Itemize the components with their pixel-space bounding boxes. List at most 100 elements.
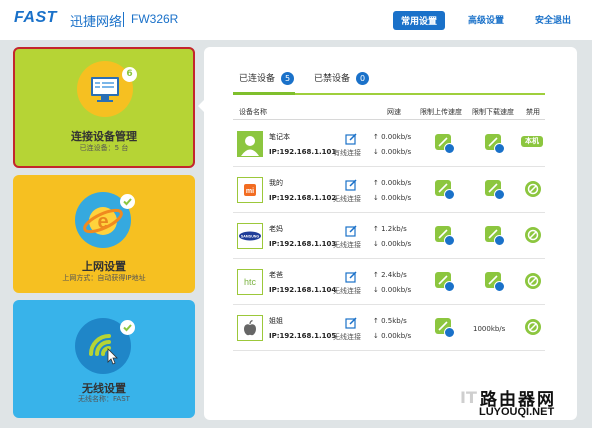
device-name: 老妈 (269, 225, 283, 233)
table-row: mi 我的 IP:192.168.1.102 无线连接 ↑ 0.00kb/s ↓… (233, 167, 545, 213)
ban-icon[interactable] (525, 181, 541, 197)
device-ip: IP:192.168.1.102 (269, 194, 337, 202)
tab-label: 已禁设备 (314, 74, 351, 84)
column-header-ban: 禁用 (526, 108, 540, 116)
upload-speed: ↑ 0.00kb/s (373, 179, 412, 187)
upload-speed: ↑ 2.4kb/s (373, 271, 407, 279)
connection-type: 无线连接 (333, 287, 361, 295)
upload-limit-button[interactable] (435, 134, 455, 154)
nav-advanced-settings[interactable]: 高级设置 (468, 13, 504, 26)
top-bar: FAST 迅捷网络 FW326R 常用设置 高级设置 安全退出 (0, 0, 592, 40)
column-header-upload-limit: 限制上传速度 (420, 108, 462, 116)
limit-badge-icon (444, 189, 455, 200)
upload-limit-button[interactable] (435, 226, 455, 246)
edit-icon[interactable] (345, 222, 357, 241)
watermark-it: IT (460, 388, 477, 407)
limit-badge-icon (494, 235, 505, 246)
edit-icon[interactable] (345, 176, 357, 195)
ban-icon[interactable] (525, 227, 541, 243)
column-header-download-limit: 限制下载速度 (472, 108, 514, 116)
upload-limit-button[interactable] (435, 272, 455, 292)
connection-type: 无线连接 (333, 241, 361, 249)
samsung-logo-icon: SAMSUNG (237, 223, 263, 249)
check-icon (120, 320, 135, 335)
card-subtitle: 已连设备：5 台 (79, 144, 129, 152)
device-name: 我的 (269, 179, 283, 187)
divider (123, 12, 124, 27)
limit-badge-icon (494, 143, 505, 154)
card-device-management[interactable]: 6 连接设备管理 已连设备：5 台 (13, 47, 195, 168)
tab-count-badge: 5 (281, 72, 295, 85)
watermark-url: LUYOUQI.NET (479, 406, 555, 418)
download-limit-button[interactable] (485, 180, 505, 200)
table-row: htc 老爸 IP:192.168.1.104 无线连接 ↑ 2.4kb/s ↓… (233, 259, 545, 305)
device-ip: IP:192.168.1.105 (269, 332, 337, 340)
connection-type: 无线连接 (333, 333, 361, 341)
svg-text:htc: htc (244, 277, 257, 287)
active-tab-indicator (233, 92, 295, 95)
device-ip: IP:192.168.1.103 (269, 240, 337, 248)
column-header-device: 设备名称 (239, 108, 267, 116)
apple-logo-icon (237, 315, 263, 341)
brand-logo: FAST (14, 9, 57, 26)
download-limit-button[interactable] (485, 272, 505, 292)
nav-common-settings[interactable]: 常用设置 (393, 11, 446, 30)
tab-count-badge: 0 (356, 72, 370, 85)
upload-speed: ↑ 0.5kb/s (373, 317, 407, 325)
download-speed: ↓ 0.00kb/s (373, 286, 412, 294)
mi-logo-icon: mi (237, 177, 263, 203)
check-icon (120, 194, 135, 209)
download-speed: ↓ 0.00kb/s (373, 194, 412, 202)
upload-limit-button[interactable] (435, 318, 455, 338)
download-limit-value[interactable]: 1000kb/s (473, 325, 505, 333)
device-ip: IP:192.168.1.101 (269, 148, 337, 156)
limit-badge-icon (444, 327, 455, 338)
limit-badge-icon (444, 143, 455, 154)
connection-type: 有线连接 (333, 149, 361, 157)
download-speed: ↓ 0.00kb/s (373, 240, 412, 248)
tab-blocked[interactable]: 已禁设备 0 (314, 71, 370, 85)
tab-connected[interactable]: 已连设备 5 (239, 71, 295, 85)
device-count-badge: 6 (122, 67, 137, 82)
card-title: 连接设备管理 (71, 130, 137, 143)
htc-logo-icon: htc (237, 269, 263, 295)
card-subtitle: 无线名称：FAST (78, 395, 130, 403)
download-limit-button[interactable] (485, 226, 505, 246)
download-limit-button[interactable] (485, 134, 505, 154)
user-icon (237, 131, 263, 157)
brand-name: 迅捷网络 (70, 15, 123, 30)
card-subtitle: 上网方式：自动获得IP地址 (62, 274, 146, 282)
table-row: 笔记本 IP:192.168.1.101 有线连接 ↑ 0.00kb/s ↓ 0… (233, 121, 545, 167)
row-divider (233, 350, 545, 351)
connection-type: 无线连接 (333, 195, 361, 203)
table-row: 姐姐 IP:192.168.1.105 无线连接 ↑ 0.5kb/s ↓ 0.0… (233, 305, 545, 351)
edit-icon[interactable] (345, 268, 357, 287)
ban-icon[interactable] (525, 273, 541, 289)
device-name: 老爸 (269, 271, 283, 279)
header-divider (233, 119, 545, 120)
table-row: SAMSUNG 老妈 IP:192.168.1.103 无线连接 ↑ 1.2kb… (233, 213, 545, 259)
upload-limit-button[interactable] (435, 180, 455, 200)
svg-text:mi: mi (246, 188, 254, 195)
download-speed: ↓ 0.00kb/s (373, 148, 412, 156)
upload-speed: ↑ 0.00kb/s (373, 133, 412, 141)
download-speed: ↓ 0.00kb/s (373, 332, 412, 340)
limit-badge-icon (444, 281, 455, 292)
card-wireless-settings[interactable]: 无线设置 无线名称：FAST (13, 300, 195, 418)
device-panel: 已连设备 5 已禁设备 0 设备名称 网速 限制上传速度 限制下载速度 禁用 笔记本… (204, 47, 577, 420)
ban-icon[interactable] (525, 319, 541, 335)
column-header-speed: 网速 (387, 108, 401, 116)
local-device-badge: 本机 (521, 136, 543, 147)
device-name: 笔记本 (269, 133, 290, 141)
svg-text:SAMSUNG: SAMSUNG (241, 235, 260, 239)
limit-badge-icon (494, 189, 505, 200)
limit-badge-icon (444, 235, 455, 246)
edit-icon[interactable] (345, 130, 357, 149)
tab-label: 已连设备 (239, 74, 276, 84)
edit-icon[interactable] (345, 314, 357, 333)
device-name: 姐姐 (269, 317, 283, 325)
card-title: 上网设置 (82, 260, 126, 273)
nav-logout[interactable]: 安全退出 (535, 13, 571, 26)
upload-speed: ↑ 1.2kb/s (373, 225, 407, 233)
card-internet-settings[interactable]: e 上网设置 上网方式：自动获得IP地址 (13, 175, 195, 293)
